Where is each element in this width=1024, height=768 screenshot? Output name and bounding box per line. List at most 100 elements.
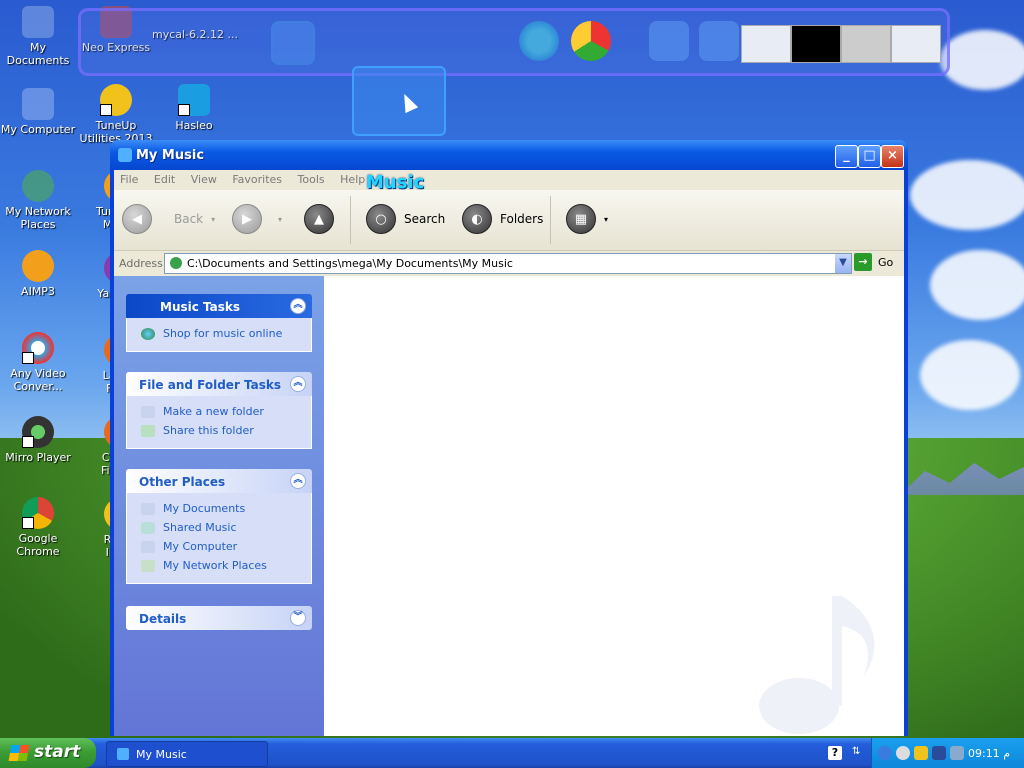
back-label: Back bbox=[174, 212, 204, 226]
media-player-icon[interactable] bbox=[571, 21, 611, 61]
folder-icon[interactable] bbox=[271, 21, 315, 65]
file-folder-tasks-header[interactable]: File and Folder Tasks ︽ bbox=[126, 372, 312, 396]
search-icon: ○ bbox=[366, 204, 396, 234]
tools-icon[interactable] bbox=[649, 21, 689, 61]
make-new-folder-link[interactable]: Make a new folder bbox=[127, 402, 311, 421]
shared-music-link[interactable]: Shared Music bbox=[127, 518, 311, 537]
system-tray: 09:11 م bbox=[871, 738, 1024, 768]
window-thumbnail[interactable] bbox=[791, 25, 841, 63]
back-button[interactable]: ◀ Back ▾ bbox=[122, 204, 215, 234]
desktop-icon-my-computer[interactable]: My Computer bbox=[0, 88, 76, 136]
back-dropdown-icon[interactable]: ▾ bbox=[211, 215, 215, 224]
other-places-body: My Documents Shared Music My Computer My… bbox=[126, 493, 312, 584]
music-tasks-header[interactable]: Music Tasks ︽ bbox=[126, 294, 312, 318]
panel-title: Other Places bbox=[139, 475, 226, 489]
details-header[interactable]: Details ︾ bbox=[126, 606, 312, 630]
up-arrow-icon: ▲ bbox=[304, 204, 334, 234]
collapse-chevron-icon[interactable]: ︽ bbox=[290, 298, 306, 314]
forward-button[interactable]: ▶ ▾ bbox=[232, 204, 282, 234]
windows-icon bbox=[178, 84, 210, 116]
forward-dropdown-icon[interactable]: ▾ bbox=[278, 215, 282, 224]
menu-view[interactable]: View bbox=[185, 170, 223, 189]
search-button[interactable]: ○ Search bbox=[366, 204, 445, 234]
other-places-panel: Other Places ︽ My Documents Shared Music… bbox=[126, 469, 312, 584]
tray-security-icon[interactable] bbox=[914, 746, 928, 760]
explorer-window: My Music _ □ × File Edit View Favorites … bbox=[110, 140, 908, 736]
window-thumbnail[interactable] bbox=[891, 25, 941, 63]
collapse-chevron-icon[interactable]: ︽ bbox=[290, 473, 306, 489]
up-button[interactable]: ▲ bbox=[304, 204, 334, 234]
top-dock bbox=[78, 8, 950, 76]
desktop-icon-tuneup-utilities[interactable]: TuneUp Utilities 2013 bbox=[78, 84, 154, 145]
panel-title: Details bbox=[139, 612, 187, 626]
shop-music-online-link[interactable]: Shop for music online bbox=[127, 324, 311, 343]
toolbar-separator bbox=[350, 196, 351, 244]
start-label: start bbox=[34, 742, 81, 762]
language-bar-icon[interactable]: ⇅ bbox=[852, 746, 864, 760]
collapse-chevron-icon[interactable]: ︽ bbox=[290, 376, 306, 392]
help-icon[interactable]: ? bbox=[828, 746, 842, 760]
desktop-icon-label: My Documents bbox=[6, 41, 70, 67]
my-network-places-link[interactable]: My Network Places bbox=[127, 556, 311, 575]
clock[interactable]: 09:11 م bbox=[968, 747, 1010, 760]
music-note-watermark-icon bbox=[759, 596, 875, 734]
folders-button[interactable]: ◐ Folders bbox=[462, 204, 543, 234]
go-arrow-icon: → bbox=[854, 253, 872, 271]
documents-icon bbox=[22, 6, 54, 38]
address-dropdown-button[interactable]: ▼ bbox=[835, 254, 851, 273]
tray-volume-icon[interactable] bbox=[950, 746, 964, 760]
menu-favorites[interactable]: Favorites bbox=[226, 170, 288, 189]
panel-title: Music Tasks bbox=[160, 300, 241, 314]
desktop-icon-label: My Computer bbox=[0, 123, 76, 136]
menu-file[interactable]: File bbox=[114, 170, 144, 189]
views-button[interactable]: ▦ ▾ bbox=[566, 204, 608, 234]
task-link-label: Shop for music online bbox=[163, 327, 283, 340]
other-places-header[interactable]: Other Places ︽ bbox=[126, 469, 312, 493]
documents-icon bbox=[141, 502, 155, 515]
expand-chevron-icon[interactable]: ︾ bbox=[290, 610, 306, 626]
close-button[interactable]: × bbox=[881, 145, 904, 168]
share-folder-icon bbox=[141, 424, 155, 437]
music-tasks-body: Shop for music online bbox=[126, 318, 312, 352]
aimp-icon bbox=[22, 250, 54, 282]
internet-explorer-icon[interactable] bbox=[519, 21, 559, 61]
go-button[interactable]: → Go bbox=[854, 253, 893, 271]
tray-app-icon[interactable] bbox=[896, 746, 910, 760]
views-dropdown-icon: ▾ bbox=[604, 214, 609, 224]
task-link-label: Share this folder bbox=[163, 424, 254, 437]
globe-icon bbox=[141, 327, 155, 340]
maximize-button[interactable]: □ bbox=[858, 145, 881, 168]
menu-tools[interactable]: Tools bbox=[292, 170, 331, 189]
task-link-label: Make a new folder bbox=[163, 405, 264, 418]
address-folder-icon bbox=[170, 257, 182, 269]
new-folder-icon bbox=[141, 405, 155, 418]
recycle-bin-icon[interactable] bbox=[699, 21, 739, 61]
toolbar: ◀ Back ▾ ▶ ▾ ▲ ○ Search ◐ Folders ▦ ▾ bbox=[114, 190, 904, 251]
window-thumbnail[interactable] bbox=[841, 25, 891, 63]
title-bar[interactable]: My Music _ □ × bbox=[110, 140, 908, 170]
place-link-label: My Network Places bbox=[163, 559, 267, 572]
menu-bar: File Edit View Favorites Tools Help bbox=[114, 170, 904, 191]
address-value: C:\Documents and Settings\mega\My Docume… bbox=[187, 257, 513, 270]
file-list-area[interactable] bbox=[324, 276, 904, 736]
address-input[interactable]: C:\Documents and Settings\mega\My Docume… bbox=[164, 253, 852, 274]
start-button[interactable]: start bbox=[0, 738, 96, 768]
desktop-icon-my-documents[interactable]: My Documents bbox=[0, 6, 76, 67]
place-link-label: Shared Music bbox=[163, 521, 237, 534]
back-arrow-icon: ◀ bbox=[122, 204, 152, 234]
views-grid-icon: ▦ bbox=[566, 204, 596, 234]
tray-network-icon[interactable] bbox=[932, 746, 946, 760]
my-documents-link[interactable]: My Documents bbox=[127, 499, 311, 518]
my-computer-link[interactable]: My Computer bbox=[127, 537, 311, 556]
go-label: Go bbox=[878, 255, 894, 269]
window-title: My Music bbox=[136, 148, 205, 163]
desktop-icon-hasleo[interactable]: Hasleo bbox=[156, 84, 232, 132]
minimize-button[interactable]: _ bbox=[835, 145, 858, 168]
tray-arrow-icon[interactable] bbox=[878, 746, 892, 760]
cloud bbox=[920, 340, 1020, 410]
taskbar-item-my-music[interactable]: My Music bbox=[106, 741, 268, 767]
share-folder-link[interactable]: Share this folder bbox=[127, 421, 311, 440]
window-thumbnail[interactable] bbox=[741, 25, 791, 63]
menu-edit[interactable]: Edit bbox=[148, 170, 181, 189]
panel-title: File and Folder Tasks bbox=[139, 378, 282, 392]
